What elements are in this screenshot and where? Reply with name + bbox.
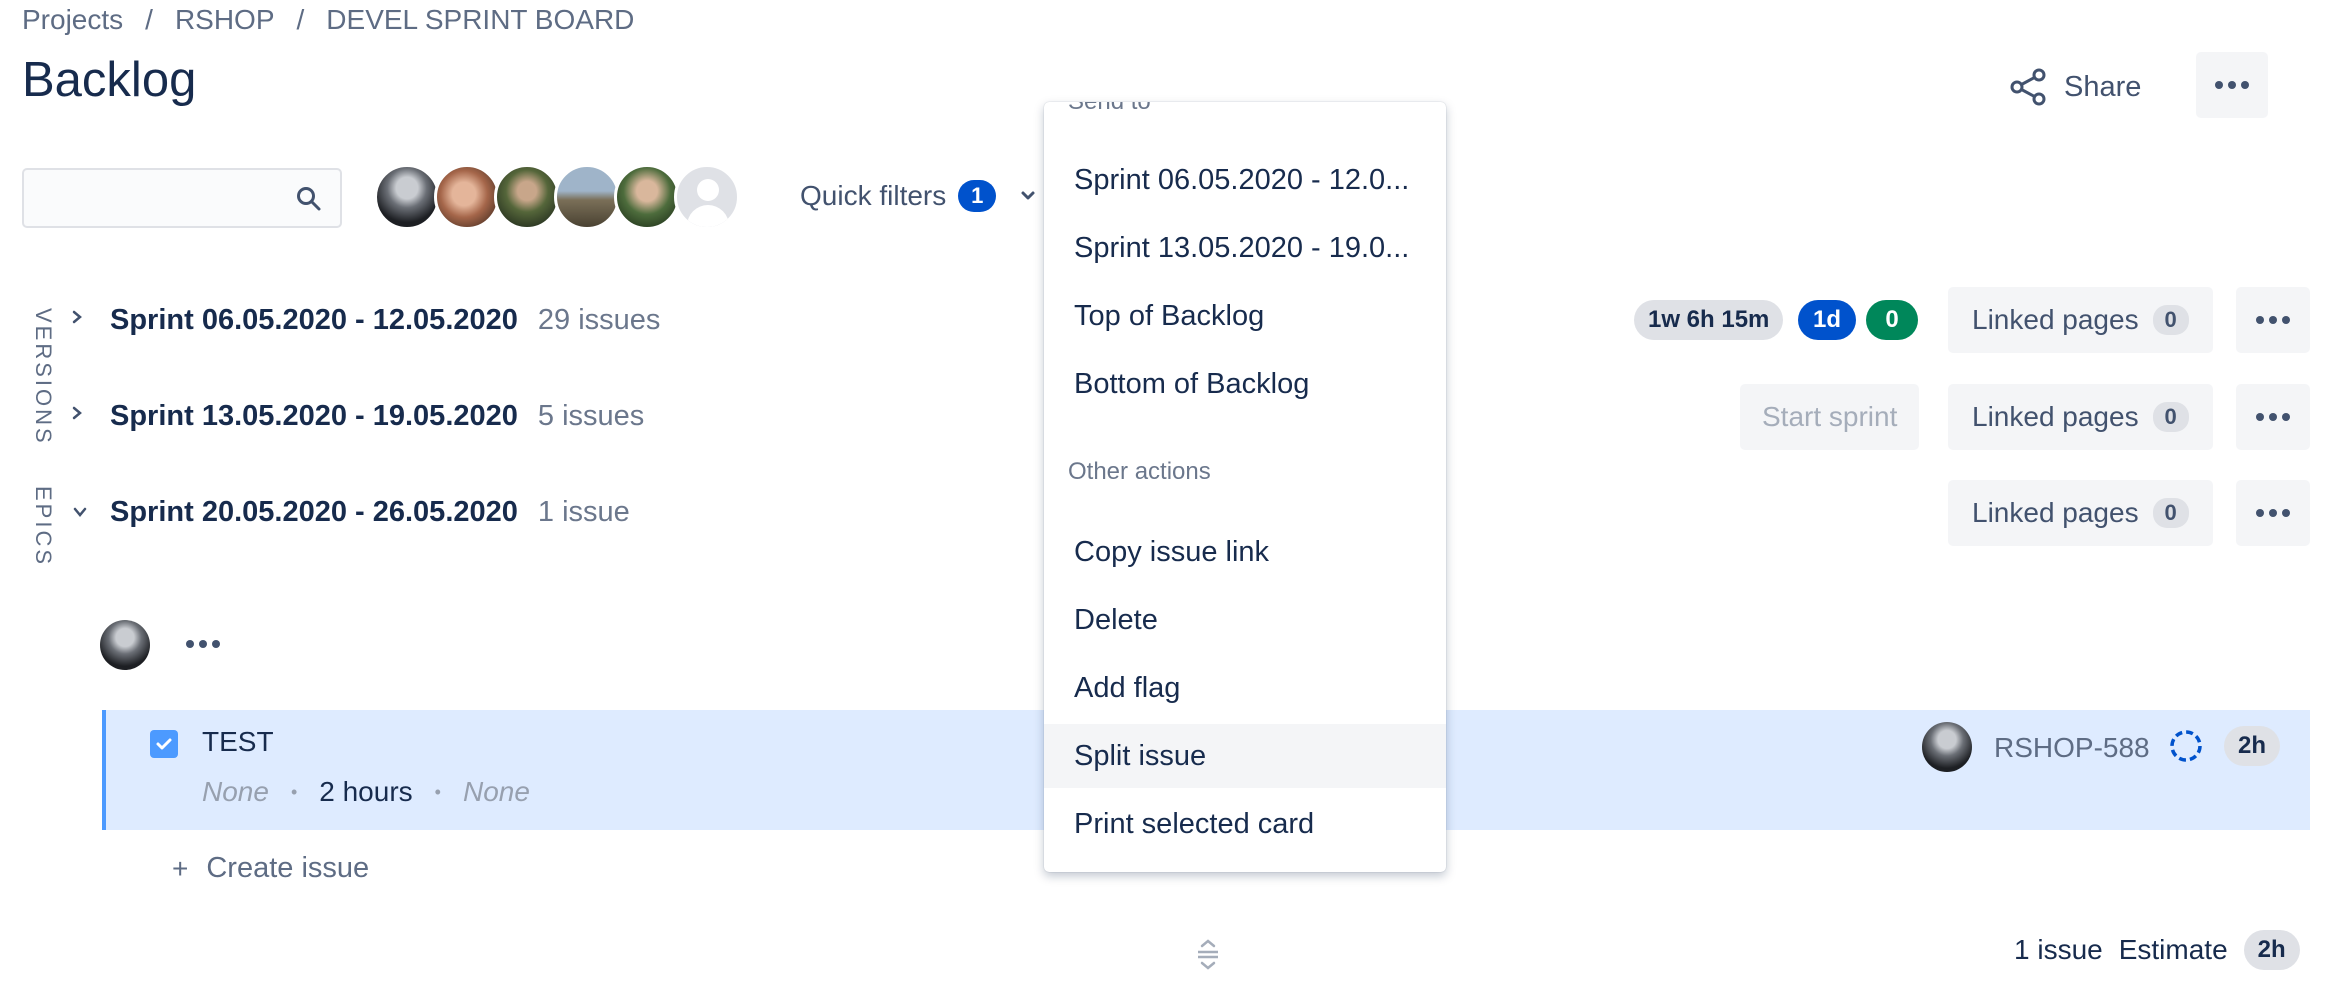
sprint-header[interactable]: Sprint 13.05.2020 - 19.05.2020 5 issues: [70, 386, 644, 446]
avatar[interactable]: [554, 164, 620, 230]
menu-item-split-issue[interactable]: Split issue: [1044, 724, 1446, 788]
share-icon: [2010, 68, 2046, 106]
search-box: [22, 168, 342, 228]
assignee-filter-avatars: [374, 164, 740, 230]
start-sprint-button[interactable]: Start sprint: [1740, 384, 1920, 450]
linked-pages-button[interactable]: Linked pages 0: [1948, 480, 2213, 546]
sprint-footer-summary: 1 issue Estimate 2h: [2014, 930, 2300, 970]
chevron-right-icon[interactable]: [70, 403, 94, 429]
more-icon: [2256, 316, 2290, 324]
footer-estimate-badge: 2h: [2243, 930, 2300, 970]
menu-item-send-to-sprint-2[interactable]: Sprint 13.05.2020 - 19.0...: [1044, 216, 1446, 280]
breadcrumb-separator: /: [145, 4, 153, 35]
avatar[interactable]: [674, 164, 740, 230]
more-icon: [186, 640, 220, 648]
menu-item-delete[interactable]: Delete: [1044, 588, 1446, 652]
issue-context-menu: Send to Sprint 06.05.2020 - 12.0... Spri…: [1044, 102, 1446, 872]
quick-filters-label: Quick filters: [800, 180, 947, 211]
chevron-down-icon: [1021, 191, 1035, 200]
sprint-name: Sprint 20.05.2020 - 26.05.2020: [110, 495, 518, 528]
meta-separator: •: [434, 781, 441, 802]
create-issue-label: Create issue: [206, 852, 370, 884]
page-more-button[interactable]: [2196, 52, 2268, 118]
breadcrumb-projects[interactable]: Projects: [22, 4, 123, 36]
avatar[interactable]: [100, 620, 150, 670]
menu-item-print-selected-card[interactable]: Print selected card: [1044, 792, 1446, 856]
meta-separator: •: [290, 781, 298, 802]
search-icon: [297, 187, 321, 211]
issue-summary: TEST: [202, 726, 274, 757]
sprint-more-button[interactable]: [2236, 480, 2310, 546]
status-in-progress-icon: [2170, 730, 2202, 762]
search-input[interactable]: [34, 178, 294, 218]
resize-handle-icon[interactable]: [1192, 938, 1224, 970]
issue-estimate-badge: 2h: [2224, 726, 2281, 766]
linked-pages-count: 0: [2152, 305, 2189, 335]
breadcrumb: Projects / RSHOP / DEVEL SPRINT BOARD: [22, 4, 634, 36]
sprint-issue-count: 29 issues: [537, 303, 661, 336]
footer-issue-count: 1 issue: [2014, 934, 2103, 965]
plus-icon: +: [172, 852, 189, 884]
share-button[interactable]: Share: [2008, 58, 2141, 116]
sprint-name: Sprint 13.05.2020 - 19.05.2020: [110, 399, 518, 432]
page-title: Backlog: [22, 53, 197, 107]
chevron-right-icon[interactable]: [70, 307, 94, 333]
issue-type-task-icon: [150, 730, 178, 758]
linked-pages-button[interactable]: Linked pages 0: [1948, 287, 2213, 353]
share-label: Share: [2064, 70, 2142, 103]
avatar[interactable]: [434, 164, 500, 230]
linked-pages-count: 0: [2152, 402, 2189, 432]
sprint-issue-count: 1 issue: [537, 495, 630, 528]
menu-item-top-of-backlog[interactable]: Top of Backlog: [1044, 284, 1446, 348]
sprint-assignee-more[interactable]: [186, 640, 220, 648]
menu-heading-other-actions: Other actions: [1068, 458, 1211, 485]
issue-version: None: [462, 776, 530, 807]
sprint-name: Sprint 06.05.2020 - 12.05.2020: [110, 303, 518, 336]
more-icon: [2215, 81, 2249, 89]
create-issue-button[interactable]: + Create issue: [172, 852, 369, 885]
breadcrumb-separator: /: [296, 4, 305, 35]
issue-original-estimate: 2 hours: [319, 776, 413, 807]
avatar[interactable]: [494, 164, 560, 230]
linked-pages-label: Linked pages: [1972, 497, 2139, 528]
linked-pages-button[interactable]: Linked pages 0: [1948, 384, 2213, 450]
sprint-more-button[interactable]: [2236, 287, 2310, 353]
more-icon: [2256, 413, 2290, 421]
issue-key[interactable]: RSHOP-588: [1994, 732, 2150, 764]
sprint-estimate-in-progress: 1d: [1798, 300, 1856, 340]
issue-assignee-avatar[interactable]: [1922, 722, 1972, 772]
menu-item-copy-issue-link[interactable]: Copy issue link: [1044, 520, 1446, 584]
menu-item-send-to-sprint-1[interactable]: Sprint 06.05.2020 - 12.0...: [1044, 148, 1446, 212]
sprint-more-button[interactable]: [2236, 384, 2310, 450]
linked-pages-count: 0: [2152, 498, 2189, 528]
linked-pages-label: Linked pages: [1972, 304, 2139, 335]
sprint-estimate-todo: 1w 6h 15m: [1634, 300, 1784, 340]
menu-item-add-flag[interactable]: Add flag: [1044, 656, 1446, 720]
sprint-header[interactable]: Sprint 20.05.2020 - 26.05.2020 1 issue: [70, 482, 630, 542]
avatar[interactable]: [614, 164, 680, 230]
breadcrumb-board[interactable]: DEVEL SPRINT BOARD: [326, 4, 634, 36]
quick-filters-count-badge: 1: [958, 180, 997, 212]
linked-pages-label: Linked pages: [1972, 401, 2139, 432]
footer-estimate-label: Estimate: [2118, 934, 2228, 965]
chevron-down-icon[interactable]: [70, 499, 94, 525]
sprint-issue-count: 5 issues: [537, 399, 645, 432]
menu-item-bottom-of-backlog[interactable]: Bottom of Backlog: [1044, 352, 1446, 416]
side-tab-versions[interactable]: VERSIONS: [30, 308, 56, 446]
quick-filters-dropdown[interactable]: Quick filters 1: [800, 180, 1038, 212]
sprint-header[interactable]: Sprint 06.05.2020 - 12.05.2020 29 issues: [70, 290, 660, 350]
sprint-estimate-done: 0: [1866, 300, 1918, 340]
avatar[interactable]: [374, 164, 440, 230]
more-icon: [2256, 509, 2290, 517]
menu-heading-send-to: Send to: [1068, 102, 1151, 116]
side-tab-epics[interactable]: EPICS: [30, 486, 56, 567]
breadcrumb-rshop[interactable]: RSHOP: [175, 4, 275, 36]
issue-epic: None: [202, 776, 269, 807]
issue-meta: None • 2 hours • None: [202, 776, 530, 808]
